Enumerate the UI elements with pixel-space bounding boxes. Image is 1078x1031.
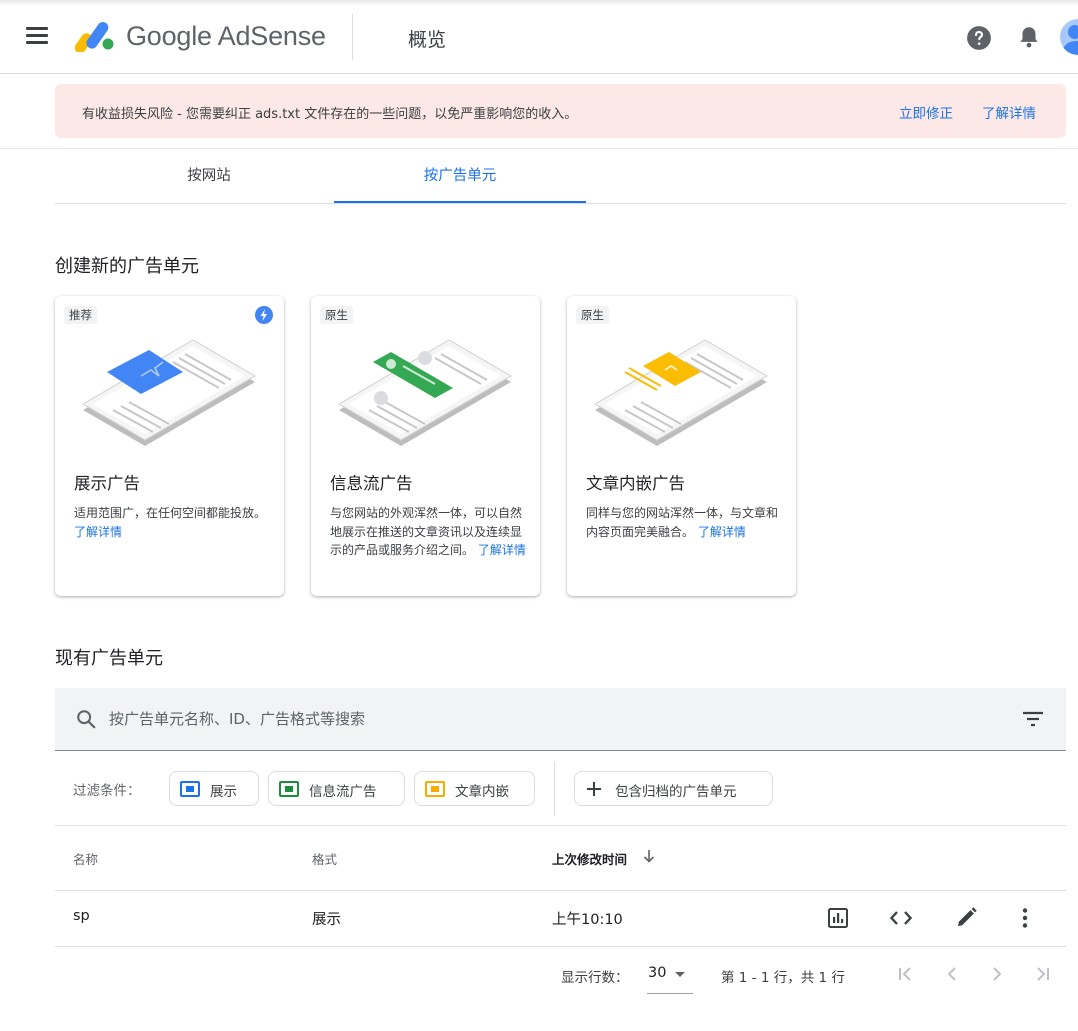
learn-more-link[interactable]: 了解详情 [982,102,1036,122]
divider [55,946,1066,947]
arrow-down-icon[interactable] [641,848,657,864]
header-divider [352,14,353,60]
chip-divider [554,762,555,816]
in-article-ads-card[interactable]: 原生 文章内嵌广告 同样与您的网站浑然一体，与文章和内容页面完美融合。 了解详情 [567,296,796,596]
hamburger-menu-icon[interactable] [26,27,50,47]
display-ads-card[interactable]: 推荐 展示广告 适用范围广，在任何空间都能投放。 了解详情 [55,296,284,596]
warning-message: 有收益损失风险 - 您需要纠正 ads.txt 文件存在的一些问题，以免严重影响… [82,107,578,122]
in-article-format-icon [425,781,445,797]
next-page-icon[interactable] [986,963,1008,985]
in-feed-ad-illustration [338,339,512,446]
help-circle-icon[interactable] [966,25,992,51]
tab-by-ad-unit[interactable]: 按广告单元 [334,150,586,204]
in-feed-format-icon [279,781,299,797]
description-text: 适用范围广，在任何空间都能投放。 [74,506,267,520]
tabs-divider [55,203,1066,204]
bar-chart-icon[interactable] [825,905,851,931]
chip-label: 信息流广告 [309,784,377,800]
search-bar [55,688,1066,751]
rows-per-page-value: 30 [648,965,667,981]
adsense-logo-text: Google AdSense [126,21,326,51]
rows-per-page-label: 显示行数： [561,970,629,986]
card-title: 展示广告 [74,474,140,493]
search-icon [77,710,96,729]
top-app-bar: Google AdSense 概览 [0,0,1078,74]
learn-more-link[interactable]: 了解详情 [478,543,526,557]
more-vert-icon[interactable] [1012,905,1038,931]
ads-txt-warning-banner: 有收益损失风险 - 您需要纠正 ads.txt 文件存在的一些问题，以免严重影响… [55,84,1066,138]
filter-chip-in-feed[interactable]: 信息流广告 [268,771,405,806]
adsense-logo-icon [74,22,114,52]
filter-chip-in-article[interactable]: 文章内嵌 [414,771,535,806]
native-tag: 原生 [320,306,353,324]
pencil-icon[interactable] [953,905,979,931]
chip-label: 文章内嵌 [455,784,509,800]
table-cell-name[interactable]: sp [73,908,90,924]
previous-page-icon[interactable] [941,963,963,985]
bell-icon[interactable] [1016,24,1042,50]
divider [0,148,1078,149]
column-header-name[interactable]: 名称 [73,849,98,868]
fix-now-link[interactable]: 立即修正 [899,102,953,122]
divider [55,890,1066,891]
card-title: 信息流广告 [330,474,413,493]
filter-list-icon[interactable] [1021,708,1045,730]
in-feed-ads-card[interactable]: 原生 信息流广告 与您网站的外观浑然一体，可以自然地展示在推送的文章资讯以及连续… [311,296,540,596]
last-page-icon[interactable] [1031,963,1053,985]
native-tag: 原生 [576,306,609,324]
avatar[interactable] [1060,19,1078,55]
create-section-heading: 创建新的广告单元 [55,256,199,277]
learn-more-link[interactable]: 了解详情 [74,525,122,539]
filter-label: 过滤条件： [73,783,141,799]
pagination-range: 第 1 - 1 行，共 1 行 [721,970,845,986]
rows-per-page-select[interactable]: 30 [647,962,693,994]
table-cell-last-modified: 上午10:10 [552,912,623,928]
learn-more-link[interactable]: 了解详情 [698,525,746,539]
existing-section-heading: 现有广告单元 [55,648,163,669]
filter-chip-display[interactable]: 展示 [169,771,259,806]
card-description: 同样与您的网站浑然一体，与文章和内容页面完美融合。 了解详情 [586,504,783,541]
description-text: 同样与您的网站浑然一体，与文章和内容页面完美融合。 [586,506,779,539]
table-cell-format: 展示 [312,912,341,928]
include-archived-chip[interactable]: 包含归档的广告单元 [574,771,773,806]
chip-label: 展示 [210,784,237,800]
column-header-format[interactable]: 格式 [312,849,337,868]
card-title: 文章内嵌广告 [586,474,685,493]
display-ad-illustration [82,339,256,446]
chip-label: 包含归档的广告单元 [615,784,737,800]
page-title: 概览 [408,29,447,51]
search-input[interactable] [109,706,989,732]
tab-by-site[interactable]: 按网站 [84,150,334,204]
display-format-icon [180,781,200,797]
card-description: 与您网站的外观浑然一体，可以自然地展示在推送的文章资讯以及连续显示的产品或服务介… [330,504,527,560]
code-icon[interactable] [888,905,914,931]
first-page-icon[interactable] [895,963,917,985]
card-description: 适用范围广，在任何空间都能投放。 了解详情 [74,504,271,541]
plus-icon [587,782,601,796]
divider [55,825,1066,826]
recommended-tag: 推荐 [64,306,97,324]
lightning-bolt-icon [255,306,273,324]
in-article-ad-illustration [594,339,768,446]
column-header-last-modified[interactable]: 上次修改时间 [552,849,627,868]
